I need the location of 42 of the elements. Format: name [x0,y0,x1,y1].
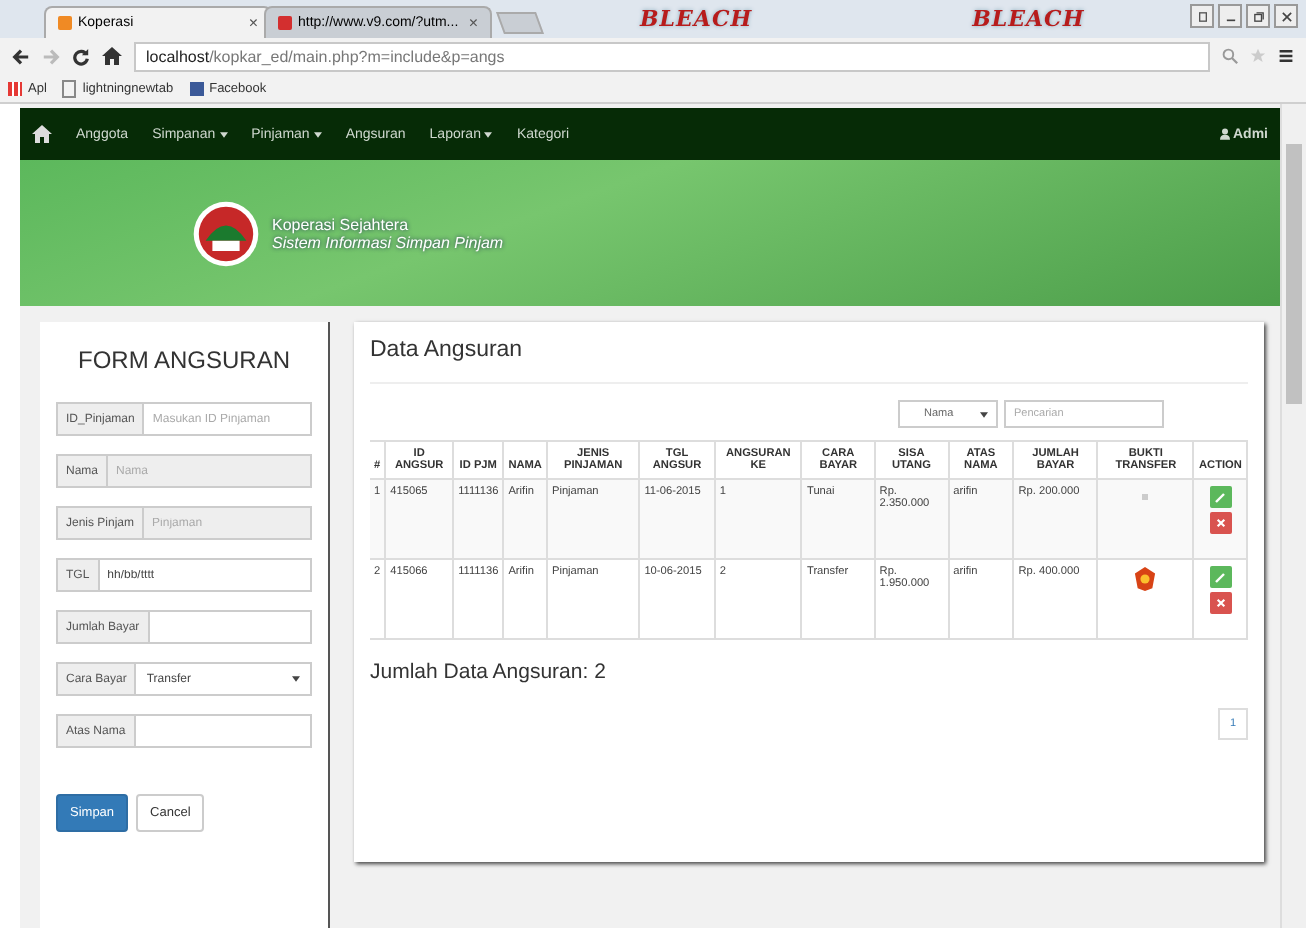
profile-button[interactable] [1190,4,1214,28]
close-tab-button[interactable]: × [248,14,258,32]
address-field[interactable]: localhost/kopkar_ed/main.php?m=include&p=angs [134,41,1210,71]
home-icon[interactable] [32,124,52,144]
panel-title: Data Angsuran [370,338,1248,384]
site-subtitle: Sistem Informasi Simpan Pinjam [272,233,504,251]
close-tab-button[interactable]: × [468,14,478,32]
restore-icon [1253,11,1263,21]
total-count: Jumlah Data Angsuran: 2 [370,660,608,684]
close-icon [1281,11,1291,21]
edit-button[interactable] [1209,486,1232,508]
input-field[interactable] [149,610,312,644]
caret-icon [292,676,300,682]
delete-button[interactable] [1209,512,1232,534]
close-icon [1215,598,1226,608]
menu-icon[interactable] [1278,48,1294,64]
back-icon[interactable] [12,47,30,65]
site-title: Koperasi Sejahtera [272,215,411,233]
form-title: FORM ANGSURAN [75,346,292,374]
edit-button[interactable] [1209,566,1232,588]
caret-icon [980,411,988,417]
reload-icon[interactable] [72,47,90,65]
restore-button[interactable] [1246,4,1270,28]
scrollbar[interactable] [1280,104,1306,928]
close-icon [1215,518,1226,528]
emblem-thumbnail[interactable] [1134,566,1157,592]
page-icon [62,79,77,97]
facebook-icon [189,81,204,95]
star-icon[interactable] [1250,48,1266,64]
magnifier-icon[interactable] [1222,48,1238,64]
close-button[interactable] [1274,4,1298,28]
delete-button[interactable] [1209,592,1232,614]
site-icon [278,16,292,30]
pencil-icon [1214,491,1227,503]
home-icon[interactable] [102,46,122,66]
theme-logo: BLEACH [640,6,753,32]
apps-icon [8,81,22,95]
emblem-drawing [192,199,260,267]
input-field[interactable] [135,714,312,748]
pencil-icon [1214,571,1227,583]
page-icon [58,16,72,30]
theme-logo: BLEACH [972,6,1085,32]
